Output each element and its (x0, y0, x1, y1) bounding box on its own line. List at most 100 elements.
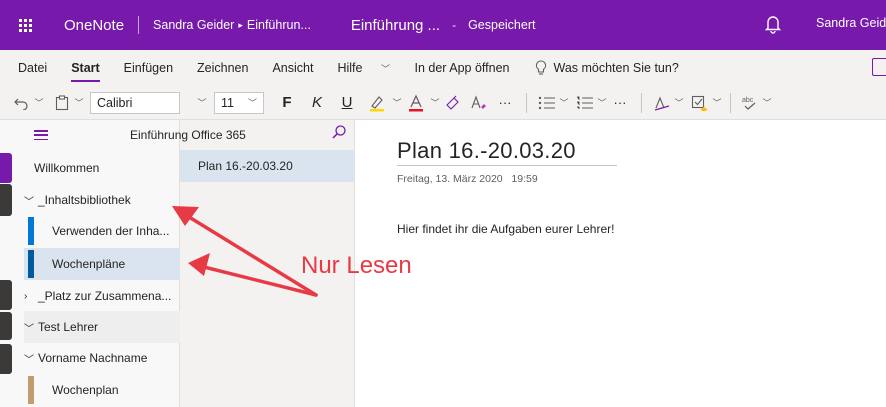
font-color-chevron-icon[interactable]: ﹀ (430, 89, 440, 117)
section-group-test-lehrer[interactable]: ﹀ Test Lehrer (24, 311, 180, 343)
section-item-wochenplan[interactable]: Wochenplan (24, 374, 180, 406)
tab-start[interactable]: Start (59, 50, 111, 86)
open-in-app-button[interactable]: In der App öffnen (396, 50, 521, 86)
tab-einfuegen[interactable]: Einfügen (112, 50, 185, 86)
font-name-select[interactable]: Calibri (90, 91, 180, 114)
section-group-platz-zur-zusammenarbeit[interactable]: › _Platz zur Zusammena... (24, 280, 180, 312)
breadcrumb[interactable]: Sandra Geider ▸ Einführun... (153, 18, 311, 32)
user-account-name[interactable]: Sandra Geide (816, 16, 886, 30)
notebook-stack-tab[interactable] (0, 344, 12, 374)
font-name-value: Calibri (97, 95, 133, 110)
font-color-button[interactable] (402, 89, 430, 117)
breadcrumb-notebook[interactable]: Einführun... (247, 18, 311, 32)
numbering-chevron-icon[interactable]: ﹀ (597, 89, 607, 117)
search-icon[interactable] (331, 124, 347, 140)
app-name[interactable]: OneNote (64, 17, 124, 34)
annotation-label: Nur Lesen (301, 252, 412, 279)
title-separator: - (452, 18, 457, 32)
ribbon-toolbar: ﹀ ﹀ Calibri ﹀ 11 ﹀ F K U ﹀ ﹀ ··· ﹀ ﹀ ···… (0, 86, 886, 120)
section-label: Willkommen (34, 161, 100, 175)
svg-text:abc: abc (742, 97, 754, 104)
tell-me-label: Was möchten Sie tun? (553, 61, 679, 75)
chevron-down-icon[interactable]: ﹀ (24, 351, 38, 366)
spell-check-icon: abc (742, 97, 756, 110)
format-painter-button[interactable] (440, 89, 466, 117)
paste-button[interactable] (50, 89, 74, 117)
tags-chevron-icon[interactable]: ﹀ (712, 89, 722, 117)
notebook-stack-tab[interactable] (0, 153, 12, 183)
edit-icon[interactable] (872, 58, 886, 76)
breadcrumb-arrow-icon: ▸ (238, 19, 243, 30)
save-status: Gespeichert (468, 18, 536, 32)
bold-button[interactable]: F (272, 89, 302, 117)
bullets-button[interactable] (535, 89, 559, 117)
clipboard-icon (55, 94, 69, 110)
font-size-select[interactable]: 11 ﹀ (214, 91, 264, 114)
notification-bell-icon[interactable] (764, 14, 782, 34)
lightbulb-icon (536, 60, 547, 75)
page-item-plan[interactable]: Plan 16.-20.03.20 (180, 150, 355, 182)
font-color-icon (409, 94, 423, 111)
tab-ansicht[interactable]: Ansicht (260, 50, 325, 86)
breadcrumb-user[interactable]: Sandra Geider (153, 18, 234, 32)
highlight-chevron-icon[interactable]: ﹀ (392, 89, 402, 117)
bullets-chevron-icon[interactable]: ﹀ (559, 89, 569, 117)
highlight-button[interactable] (362, 89, 392, 117)
font-name-chevron-icon[interactable]: ﹀ (194, 89, 210, 117)
ribbon-collapse-chevron-icon[interactable]: ﹀ (374, 54, 396, 82)
styles-icon (654, 96, 670, 111)
paste-dropdown-chevron-icon[interactable]: ﹀ (74, 89, 84, 117)
more-paragraph-button[interactable]: ··· (607, 89, 633, 117)
underline-button[interactable]: U (332, 89, 362, 117)
waffle-icon (18, 18, 32, 32)
spelling-chevron-icon[interactable]: ﹀ (761, 89, 773, 117)
format-painter-icon (446, 95, 459, 110)
styles-button[interactable] (650, 89, 674, 117)
section-label: Verwenden der Inha... (52, 224, 170, 238)
toolbar-divider (526, 92, 527, 113)
notebook-stack-tab[interactable] (0, 312, 12, 340)
notebook-stack-tab[interactable] (0, 184, 12, 216)
tell-me-search[interactable]: Was möchten Sie tun? (521, 60, 679, 76)
tag-checkbox-icon (691, 95, 708, 111)
section-item-willkommen[interactable]: Willkommen (24, 152, 180, 184)
toolbar-divider (641, 92, 642, 113)
font-size-chevron-icon: ﹀ (247, 98, 257, 108)
section-label: Wochenpläne (52, 257, 126, 271)
styles-chevron-icon[interactable]: ﹀ (674, 89, 684, 117)
italic-button[interactable]: K (302, 89, 332, 117)
numbering-button[interactable] (573, 89, 597, 117)
page-timestamp: Freitag, 13. März 2020 19:59 (397, 173, 538, 185)
clear-formatting-icon (471, 94, 486, 109)
page-time: 19:59 (511, 173, 538, 185)
page-title[interactable]: Plan 16.-20.03.20 (397, 138, 576, 164)
section-label: Wochenplan (52, 383, 119, 397)
notebook-stack-tab[interactable] (0, 280, 12, 310)
header-divider (138, 16, 140, 34)
section-label: Test Lehrer (38, 320, 99, 334)
tab-datei[interactable]: Datei (0, 50, 59, 86)
tab-zeichnen[interactable]: Zeichnen (185, 50, 260, 86)
title-underline (397, 165, 617, 166)
app-header: OneNote Sandra Geider ▸ Einführun... Ein… (0, 0, 886, 50)
chevron-down-icon[interactable]: ﹀ (24, 320, 38, 335)
section-group-inhaltsbibliothek[interactable]: ﹀ _Inhaltsbibliothek (24, 184, 180, 216)
spelling-button[interactable]: abc (739, 89, 761, 117)
document-title[interactable]: Einführung ... (351, 17, 440, 34)
chevron-down-icon[interactable]: ﹀ (24, 193, 38, 208)
tags-button[interactable] (688, 89, 712, 117)
clear-formatting-button[interactable] (466, 89, 492, 117)
undo-dropdown-chevron-icon[interactable]: ﹀ (34, 89, 44, 117)
section-item-verwenden-der-inhaltsbibliothek[interactable]: Verwenden der Inha... (24, 215, 180, 247)
page-body-text[interactable]: Hier findet ihr die Aufgaben eurer Lehre… (397, 222, 614, 236)
chevron-right-icon[interactable]: › (24, 291, 38, 302)
section-item-wochenplaene[interactable]: Wochenpläne (24, 248, 180, 280)
section-group-vorname-nachname[interactable]: ﹀ Vorname Nachname (24, 342, 180, 374)
notebook-title[interactable]: Einführung Office 365 (130, 128, 246, 142)
undo-button[interactable] (8, 89, 34, 117)
navigation-menu-icon[interactable] (34, 130, 48, 140)
more-formatting-button[interactable]: ··· (492, 89, 518, 117)
tab-hilfe[interactable]: Hilfe (325, 50, 374, 86)
highlighter-icon (370, 95, 384, 111)
app-launcher-button[interactable] (0, 0, 50, 50)
